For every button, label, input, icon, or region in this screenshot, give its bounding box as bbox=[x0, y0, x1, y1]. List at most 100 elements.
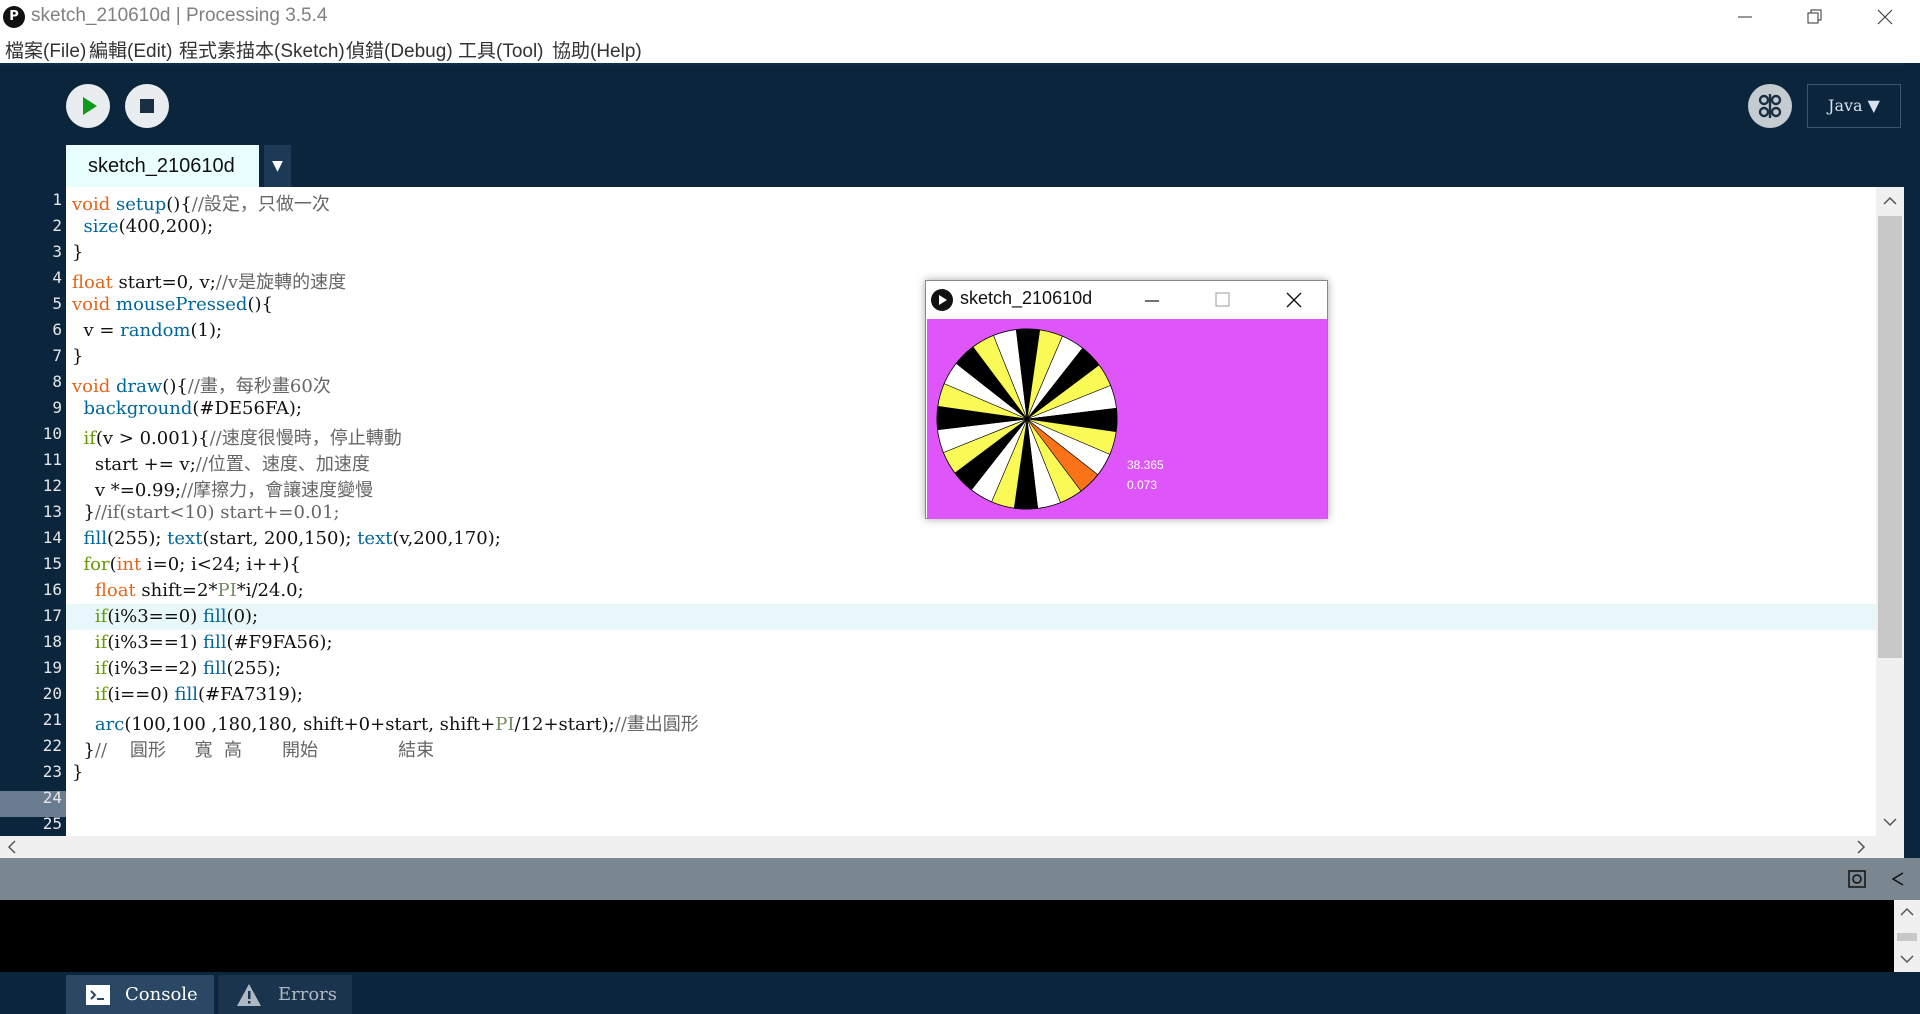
sketch-canvas[interactable]: 38.365 0.073 bbox=[927, 319, 1327, 519]
status-bar bbox=[0, 858, 1920, 900]
close-icon[interactable] bbox=[1286, 292, 1302, 308]
tab-errors[interactable]: Errors bbox=[218, 975, 352, 1014]
line-number: 20 bbox=[42, 684, 62, 703]
window-title: sketch_210610d | Processing 3.5.4 bbox=[31, 5, 328, 26]
mode-selector[interactable]: Java ▼ bbox=[1807, 84, 1901, 128]
restore-button[interactable] bbox=[1780, 0, 1850, 33]
sketch-window-title: sketch_210610d bbox=[960, 288, 1093, 308]
line-number: 18 bbox=[42, 632, 62, 651]
code-line[interactable]: float shift=2*PI*i/24.0; bbox=[72, 580, 304, 601]
code-line[interactable]: v *=0.99;//摩擦力，會讓速度變慢 bbox=[72, 476, 373, 502]
line-number: 14 bbox=[42, 528, 62, 547]
code-line[interactable]: }//if(start<10) start+=0.01; bbox=[72, 502, 339, 523]
line-number: 24 bbox=[42, 788, 62, 807]
line-number: 21 bbox=[42, 710, 62, 729]
line-number: 3 bbox=[52, 242, 62, 261]
footer-tabs: Console Errors bbox=[0, 972, 1920, 1014]
play-icon bbox=[83, 97, 97, 115]
maximize-icon[interactable] bbox=[1215, 292, 1231, 308]
run-button[interactable] bbox=[66, 84, 110, 128]
line-number: 6 bbox=[52, 320, 62, 339]
code-line[interactable]: start += v;//位置、速度、加速度 bbox=[72, 450, 370, 476]
line-number: 16 bbox=[42, 580, 62, 599]
line-number: 17 bbox=[42, 606, 62, 625]
stop-button[interactable] bbox=[125, 84, 169, 128]
code-line[interactable]: if(i%3==1) fill(#F9FA56); bbox=[72, 632, 333, 653]
code-line[interactable]: void setup(){//設定，只做一次 bbox=[72, 190, 330, 216]
minimize-button[interactable] bbox=[1710, 0, 1780, 33]
current-line-highlight bbox=[66, 604, 1876, 630]
debugger-button[interactable] bbox=[1748, 84, 1792, 128]
minimize-icon[interactable] bbox=[1144, 293, 1160, 309]
line-number: 22 bbox=[42, 736, 62, 755]
code-line[interactable]: }// 圓形 寬 高 開始 結束 bbox=[72, 736, 434, 762]
tab-console[interactable]: Console bbox=[66, 975, 214, 1014]
close-icon bbox=[1877, 9, 1893, 25]
minimize-icon bbox=[1738, 16, 1752, 18]
code-line[interactable]: arc(100,100 ,180,180, shift+0+start, shi… bbox=[72, 710, 699, 736]
line-number: 15 bbox=[42, 554, 62, 573]
scroll-arrows-icon bbox=[1897, 907, 1917, 964]
line-number: 1 bbox=[52, 190, 62, 209]
right-panel-strip bbox=[1904, 63, 1920, 863]
clear-console-icon[interactable] bbox=[1847, 869, 1867, 889]
line-number: 2 bbox=[52, 216, 62, 235]
code-line[interactable]: } bbox=[72, 346, 83, 367]
code-line[interactable]: void draw(){//畫，每秒畫60次 bbox=[72, 372, 331, 398]
code-line[interactable]: for(int i=0; i<24; i++){ bbox=[72, 554, 300, 575]
line-number: 13 bbox=[42, 502, 62, 521]
menu-file[interactable]: 檔案(File) bbox=[5, 36, 86, 63]
line-number: 11 bbox=[42, 450, 62, 469]
collapse-console-icon[interactable] bbox=[1889, 870, 1907, 888]
code-line[interactable]: } bbox=[72, 762, 83, 783]
line-number: 7 bbox=[52, 346, 62, 365]
horizontal-scrollbar[interactable] bbox=[0, 836, 1904, 858]
console-scrollbar[interactable] bbox=[1894, 900, 1920, 972]
line-number-gutter: 1 2 3 4 5 6 7 8 9 10 11 12 13 14 15 16 1… bbox=[0, 187, 66, 836]
stop-icon bbox=[140, 99, 154, 113]
code-line[interactable]: float start=0, v;//v是旋轉的速度 bbox=[72, 268, 346, 294]
terminal-icon bbox=[86, 985, 110, 1005]
code-line[interactable]: void mousePressed(){ bbox=[72, 294, 273, 315]
tab-label: sketch_210610d bbox=[88, 155, 235, 177]
tab-console-label: Console bbox=[125, 984, 198, 1005]
menu-help[interactable]: 協助(Help) bbox=[552, 36, 642, 63]
line-number: 9 bbox=[52, 398, 62, 417]
code-line[interactable]: } bbox=[72, 242, 83, 263]
menu-tool[interactable]: 工具(Tool) bbox=[458, 36, 544, 63]
close-button[interactable] bbox=[1850, 0, 1920, 33]
speed-value-text: 0.073 bbox=[1127, 478, 1158, 492]
code-line[interactable]: if(i%3==0) fill(0); bbox=[72, 606, 258, 627]
tab-sketch[interactable]: sketch_210610d bbox=[66, 145, 259, 187]
line-number: 23 bbox=[42, 762, 62, 781]
processing-logo-icon bbox=[931, 289, 953, 311]
line-number: 19 bbox=[42, 658, 62, 677]
console-output[interactable] bbox=[0, 900, 1920, 972]
line-number: 4 bbox=[52, 268, 62, 287]
restore-icon bbox=[1807, 9, 1822, 24]
code-line[interactable]: if(i==0) fill(#FA7319); bbox=[72, 684, 303, 705]
title-bar: P sketch_210610d | Processing 3.5.4 bbox=[0, 0, 1920, 33]
code-line[interactable]: v = random(1); bbox=[72, 320, 222, 341]
vertical-scroll-thumb[interactable] bbox=[1878, 216, 1902, 658]
sketch-window[interactable]: sketch_210610d 38.365 0.073 bbox=[925, 280, 1328, 519]
code-line[interactable]: fill(255); text(start, 200,150); text(v,… bbox=[72, 528, 500, 549]
code-line[interactable]: if(i%3==2) fill(255); bbox=[72, 658, 281, 679]
scroll-arrows-icon bbox=[7, 840, 1866, 854]
line-number: 8 bbox=[52, 372, 62, 391]
menu-sketch[interactable]: 程式素描本(Sketch) bbox=[179, 36, 345, 63]
line-number: 10 bbox=[42, 424, 62, 443]
code-line[interactable]: if(v > 0.001){//速度很慢時，停止轉動 bbox=[72, 424, 401, 450]
tab-menu-button[interactable]: ▼ bbox=[264, 145, 291, 187]
processing-logo-icon: P bbox=[3, 6, 25, 28]
butterfly-icon bbox=[1758, 94, 1782, 118]
line-number: 5 bbox=[52, 294, 62, 313]
start-value-text: 38.365 bbox=[1127, 458, 1164, 472]
menu-debug[interactable]: 偵錯(Debug) bbox=[346, 36, 453, 63]
code-line[interactable]: size(400,200); bbox=[72, 216, 213, 237]
line-number: 12 bbox=[42, 476, 62, 495]
menu-bar: 檔案(File) 編輯(Edit) 程式素描本(Sketch) 偵錯(Debug… bbox=[0, 33, 1920, 63]
code-line[interactable]: background(#DE56FA); bbox=[72, 398, 302, 419]
menu-edit[interactable]: 編輯(Edit) bbox=[89, 36, 172, 63]
warning-icon bbox=[237, 984, 261, 1006]
